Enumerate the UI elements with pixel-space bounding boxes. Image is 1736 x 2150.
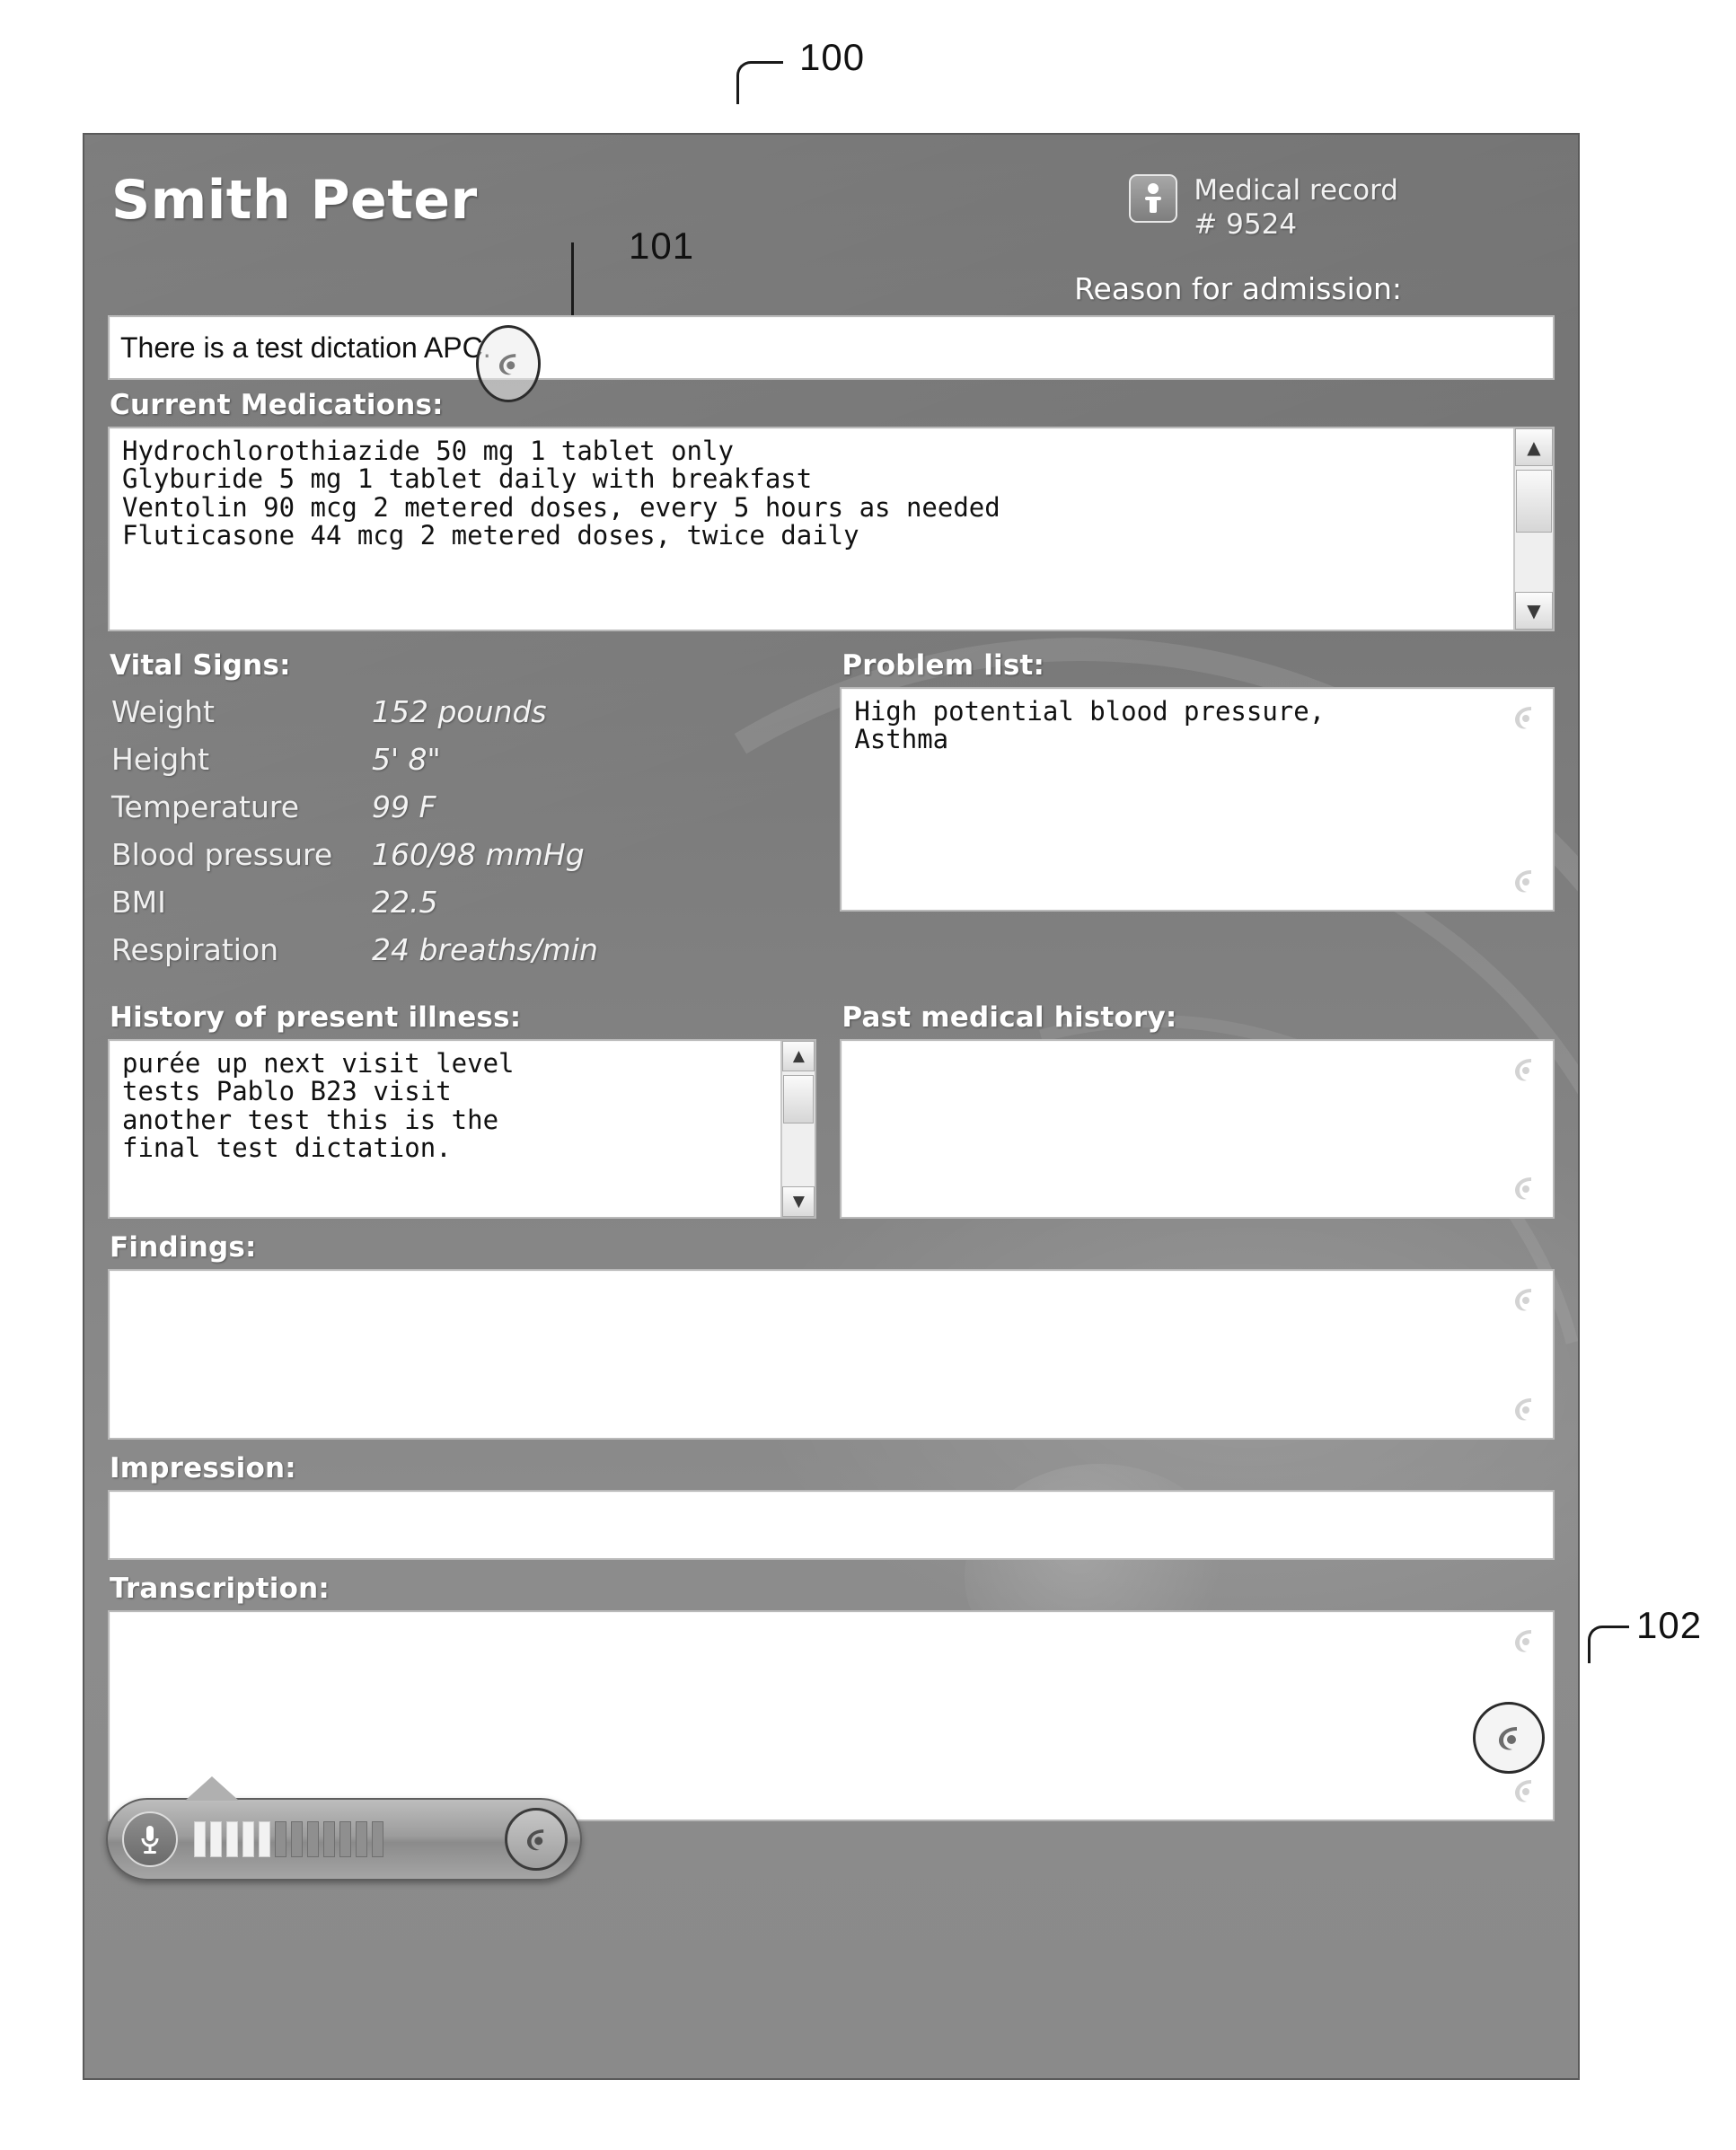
- findings-label: Findings:: [110, 1231, 257, 1264]
- medical-record-number: # 9524: [1194, 207, 1298, 241]
- vital-row: Height 5' 8": [111, 742, 813, 777]
- level-segment: [242, 1821, 254, 1857]
- past-medical-history-label: Past medical history:: [842, 1001, 1177, 1034]
- scroll-down-icon[interactable]: ▼: [782, 1186, 815, 1217]
- medical-record-line-1: Medical record: [1194, 174, 1398, 207]
- scrollbar-thumb[interactable]: [1516, 470, 1552, 533]
- level-segment: [323, 1821, 335, 1857]
- vital-value: 152 pounds: [372, 694, 547, 729]
- level-segment: [226, 1821, 238, 1857]
- past-medical-history-text: [842, 1041, 1553, 1055]
- level-segment: [275, 1821, 286, 1857]
- level-segment: [307, 1821, 319, 1857]
- transcription-textarea[interactable]: [108, 1610, 1555, 1821]
- vital-value: 5' 8": [372, 742, 441, 777]
- problem-list-text: High potential blood pressure, Asthma: [854, 696, 1326, 755]
- level-segment: [194, 1821, 206, 1857]
- vital-name: Blood pressure: [111, 837, 333, 872]
- vital-signs-list: Weight 152 pounds Height 5' 8" Temperatu…: [108, 687, 816, 967]
- dictation-marker-icon: [1504, 1280, 1544, 1319]
- window-header: Smith Peter Medical record # 9524: [108, 135, 1555, 269]
- current-medications-text: Hydrochlorothiazide 50 mg 1 tablet only …: [122, 436, 1000, 551]
- reason-for-admission-value: There is a test dictation APC.: [120, 330, 491, 364]
- vital-name: Respiration: [111, 932, 279, 967]
- history-present-illness-scrollbar[interactable]: ▲ ▼: [780, 1041, 815, 1217]
- problem-list-textarea[interactable]: High potential blood pressure, Asthma: [840, 687, 1555, 912]
- vital-row: Respiration 24 breaths/min: [111, 932, 813, 967]
- callout-102: 102: [1636, 1604, 1703, 1646]
- findings-text: [110, 1271, 1553, 1285]
- findings-textarea[interactable]: [108, 1269, 1555, 1440]
- audio-level-meter: [194, 1821, 383, 1857]
- vital-signs-label: Vital Signs:: [110, 649, 291, 682]
- scroll-up-icon[interactable]: ▲: [1515, 428, 1553, 466]
- problem-list-label: Problem list:: [842, 649, 1045, 682]
- dictation-marker-icon: [1504, 1771, 1544, 1811]
- vital-row: Weight 152 pounds: [111, 694, 813, 729]
- toolbar-tab-notch: [185, 1776, 239, 1801]
- vital-name: BMI: [111, 885, 166, 920]
- transcription-label: Transcription:: [110, 1573, 330, 1605]
- transcription-text: [110, 1612, 1553, 1626]
- callout-100: 100: [799, 36, 866, 78]
- level-segment: [259, 1821, 270, 1857]
- level-segment: [291, 1821, 303, 1857]
- history-present-illness-text: purée up next visit level tests Pablo B2…: [122, 1048, 515, 1163]
- impression-input[interactable]: [108, 1490, 1555, 1560]
- vital-row: Temperature 99 F: [111, 789, 813, 824]
- level-segment: [339, 1821, 351, 1857]
- vital-name: Temperature: [111, 789, 300, 824]
- microphone-icon[interactable]: [122, 1811, 178, 1867]
- history-present-illness-textarea[interactable]: purée up next visit level tests Pablo B2…: [108, 1039, 817, 1219]
- vital-value: 22.5: [372, 885, 438, 920]
- figure-page: 100 Smith Peter Medical record # 9524 Re…: [0, 0, 1736, 2150]
- reason-for-admission-label: Reason for admission:: [1074, 271, 1402, 306]
- impression-label: Impression:: [110, 1452, 296, 1485]
- vital-value: 24 breaths/min: [372, 932, 598, 967]
- scroll-down-icon[interactable]: ▼: [1515, 592, 1553, 630]
- dictation-marker-icon: [1504, 1168, 1544, 1208]
- past-medical-history-textarea[interactable]: [840, 1039, 1555, 1219]
- dictation-marker-icon: [1504, 1050, 1544, 1089]
- vital-row: BMI 22.5: [111, 885, 813, 920]
- reason-for-admission-input[interactable]: There is a test dictation APC.: [108, 315, 1555, 380]
- level-segment: [356, 1821, 367, 1857]
- vital-row: Blood pressure 160/98 mmHg: [111, 837, 813, 872]
- patient-record-window: Smith Peter Medical record # 9524 Reason…: [83, 133, 1580, 2080]
- medical-record-text: Medical record # 9524: [1194, 174, 1398, 242]
- vital-name: Height: [111, 742, 210, 777]
- leader-line-102: [1588, 1626, 1629, 1663]
- leader-line-100: [736, 61, 783, 104]
- page-title: Smith Peter: [111, 169, 478, 232]
- dictation-marker-102[interactable]: [1473, 1702, 1545, 1774]
- scrollbar-track[interactable]: [782, 1071, 815, 1186]
- level-segment: [210, 1821, 222, 1857]
- vital-name: Weight: [111, 694, 215, 729]
- dictation-marker-101[interactable]: [476, 325, 541, 402]
- scrollbar-track[interactable]: [1515, 466, 1553, 592]
- current-medications-label: Current Medications:: [110, 389, 444, 421]
- dictation-toolbar[interactable]: [106, 1776, 582, 1881]
- medical-record-block: Medical record # 9524: [1129, 174, 1398, 242]
- history-present-illness-label: History of present illness:: [110, 1001, 522, 1034]
- dictation-marker-icon: [1504, 1621, 1544, 1661]
- dictation-record-icon[interactable]: [505, 1808, 568, 1871]
- current-medications-scrollbar[interactable]: ▲ ▼: [1513, 428, 1553, 630]
- level-segment: [372, 1821, 383, 1857]
- dictation-marker-icon: [1504, 861, 1544, 901]
- vital-value: 99 F: [372, 789, 436, 824]
- vital-value: 160/98 mmHg: [372, 837, 585, 872]
- dictation-marker-icon: [1504, 1389, 1544, 1429]
- current-medications-textarea[interactable]: Hydrochlorothiazide 50 mg 1 tablet only …: [108, 427, 1555, 631]
- scrollbar-thumb[interactable]: [783, 1075, 815, 1123]
- scroll-up-icon[interactable]: ▲: [782, 1041, 815, 1071]
- patient-record-icon: [1129, 174, 1178, 223]
